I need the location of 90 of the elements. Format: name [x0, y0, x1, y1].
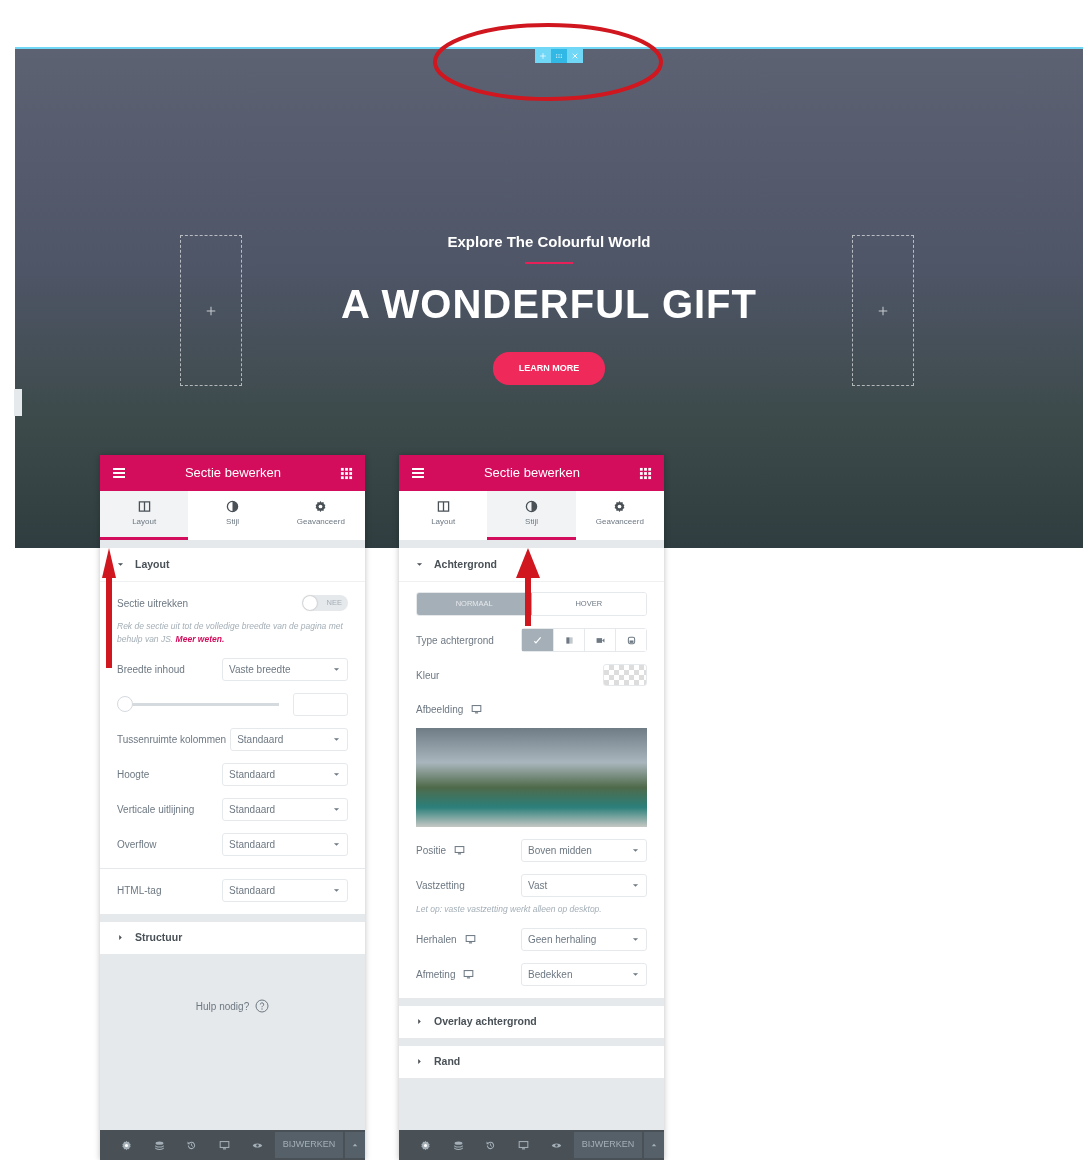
check-icon [532, 634, 543, 646]
control-label: Afbeelding [416, 702, 464, 717]
caret-icon [631, 881, 640, 890]
close-icon [571, 52, 579, 60]
dropdown-field[interactable]: Vast [521, 874, 647, 897]
caret-icon [351, 1141, 360, 1149]
update-button[interactable]: BIJWERKEN [573, 1132, 643, 1158]
plus-icon [877, 304, 889, 317]
control-label: Afmeting [416, 967, 456, 982]
caret-icon [116, 560, 125, 569]
control-label: Herhalen [416, 932, 457, 947]
add-button[interactable] [535, 49, 551, 63]
move-handle-button[interactable] [551, 49, 567, 63]
section-header[interactable]: Overlay achtergrond [399, 1005, 664, 1038]
help-text: Rek de sectie uit tot de volledige breedte van de pagina met behulp van JS. Meer weten. [117, 620, 344, 646]
control-label: Vastzetting [416, 879, 465, 893]
color-swatch[interactable] [603, 664, 647, 686]
dropdown-field[interactable]: Vaste breedte [222, 657, 348, 681]
gear-icon [314, 500, 328, 513]
layers-icon [153, 1139, 165, 1151]
columns-icon [436, 500, 450, 513]
menu-icon [112, 466, 126, 480]
help-text: Let op: vaste vastzetting werkt alleen op desktop. [416, 903, 603, 916]
control-label: Type achtergrond [416, 633, 494, 648]
slideshow-icon [625, 634, 637, 646]
caret-icon [415, 1057, 424, 1067]
control-label: Breedte inhoud [117, 662, 185, 677]
panel-tab[interactable]: Layout [100, 491, 189, 540]
layers-icon [452, 1139, 464, 1151]
grid-icon [340, 466, 353, 480]
control-label: HTML-tag [117, 883, 162, 898]
panel-toggle-tab[interactable] [14, 389, 22, 416]
dropdown-field[interactable]: Standaard [222, 878, 348, 902]
dropdown-field[interactable]: Bedekken [521, 962, 647, 986]
update-button[interactable]: BIJWERKEN [274, 1132, 344, 1158]
divider-line [525, 261, 573, 264]
hero-title: A WONDERFUL GIFT [341, 283, 757, 324]
gear-icon [120, 1139, 132, 1151]
history-icon [485, 1139, 497, 1151]
close-button[interactable] [567, 49, 583, 63]
photo-placeholder[interactable] [416, 728, 647, 827]
control-label: Positie [416, 844, 446, 858]
gear-icon [613, 500, 627, 513]
history-icon [186, 1139, 198, 1151]
gradient-icon [563, 634, 575, 646]
plus-icon [205, 304, 217, 317]
monitor-icon [219, 1139, 231, 1151]
hero-subtitle: Explore The Colourful World [447, 232, 651, 252]
caret-icon [116, 933, 125, 942]
slider-track[interactable] [117, 695, 279, 713]
gear-icon [419, 1139, 431, 1151]
help-icon [255, 999, 270, 1013]
dropdown-field[interactable]: Standaard [230, 727, 348, 751]
half-circle-icon [525, 500, 538, 513]
dropdown-field[interactable]: Standaard [222, 762, 348, 786]
learn-more-button[interactable]: LEARN MORE [492, 351, 606, 385]
panel-tab[interactable]: Stijl [487, 491, 576, 540]
half-circle-icon [226, 500, 239, 513]
control-label: Overflow [117, 837, 157, 852]
control-label: Sectie uitrekken [117, 596, 189, 611]
control-label: Verticale uitlijning [117, 802, 195, 817]
dropdown-field[interactable]: Standaard [222, 797, 348, 821]
caret-icon [415, 1017, 424, 1027]
dropdown-field[interactable]: Standaard [222, 832, 348, 856]
help-link[interactable]: Hulp nodig? [195, 998, 250, 1014]
options-button[interactable] [345, 1132, 366, 1158]
control-label: Hoogte [117, 767, 150, 782]
options-button[interactable] [644, 1132, 665, 1158]
dropdown-field[interactable]: Boven midden [521, 839, 647, 862]
learn-more-link[interactable]: Meer weten. [175, 633, 225, 644]
panel-title: Sectie bewerken [483, 464, 581, 483]
empty-column-placeholder[interactable] [180, 235, 242, 386]
section-header[interactable]: Rand [399, 1045, 664, 1078]
columns-icon [137, 500, 151, 513]
menu-icon [411, 466, 425, 480]
control-label: Tussenruimte kolommen [117, 732, 227, 747]
empty-column-placeholder[interactable] [852, 235, 914, 386]
grid-icon [639, 466, 652, 480]
section-header[interactable]: Structuur [100, 921, 365, 954]
move-handle-icon [555, 52, 563, 60]
slider-thumb[interactable] [117, 696, 133, 712]
number-input-field[interactable] [293, 692, 348, 716]
add-icon [539, 52, 547, 60]
caret-icon [631, 846, 640, 855]
caret-icon [415, 560, 424, 569]
panel-title: Sectie bewerken [184, 464, 282, 483]
control-label: Kleur [416, 668, 440, 683]
caret-icon [650, 1141, 659, 1149]
monitor-icon [518, 1139, 530, 1151]
dropdown-field[interactable]: Geen herhaling [521, 927, 647, 951]
